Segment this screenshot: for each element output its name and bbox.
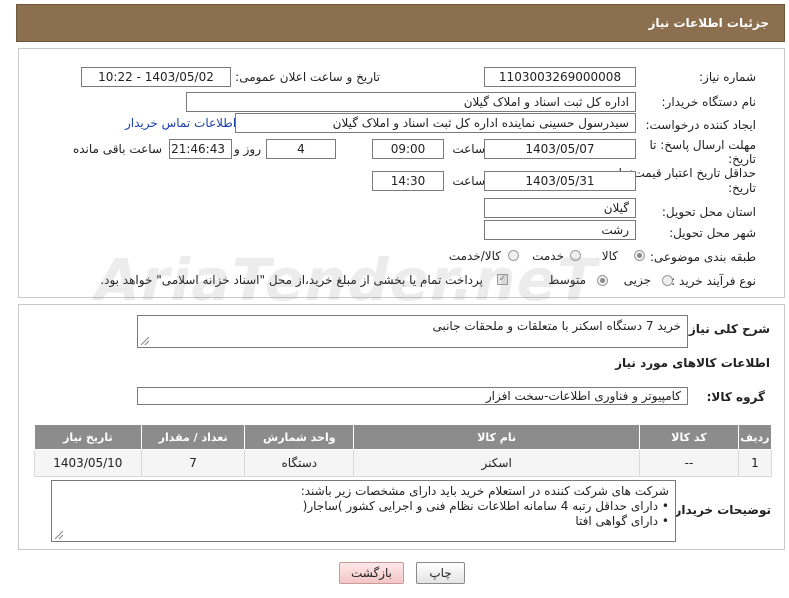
buyer-notes-line: • دارای حداقل رتبه 4 سامانه اطلاعات نظام… (302, 499, 669, 513)
announce-date-label: تاریخ و ساعت اعلان عمومی: (235, 70, 380, 84)
days-label: روز و (234, 142, 261, 156)
process-option-minor: جزیی (623, 273, 651, 287)
summary-text: خرید 7 دستگاه اسکنر با متعلقات و ملحقات … (432, 319, 681, 333)
summary-label: شرح کلی نیاز: (684, 322, 770, 336)
col-need-date: تاریخ نیاز (34, 424, 142, 450)
city-label: شهر محل تحویل: (669, 226, 756, 240)
deadline-time-label: ساعت (452, 142, 485, 156)
province-field: گیلان (484, 198, 636, 218)
goods-table-header: ردیف کد کالا نام کالا واحد شمارش تعداد /… (34, 424, 773, 450)
creator-field: سیدرسول حسینی نماینده اداره کل ثبت اسناد… (235, 113, 636, 133)
cell-need-date: 1403/05/10 (34, 449, 142, 477)
page-header: جزئیات اطلاعات نیاز (16, 4, 785, 42)
buyer-notes-label: توضیحات خریدار: (669, 503, 771, 517)
cell-unit: دستگاه (244, 449, 355, 477)
cell-goods-code: -- (639, 449, 739, 477)
goods-group-label: گروه کالا: (706, 390, 765, 404)
col-row-number: ردیف (737, 424, 773, 450)
col-quantity: تعداد / مقدار (140, 424, 246, 450)
need-number-label: شماره نیاز: (699, 70, 756, 84)
days-remaining-field: 4 (266, 139, 336, 159)
deadline-date-label: تاریخ: (728, 152, 756, 166)
page-title: جزئیات اطلاعات نیاز (648, 16, 769, 30)
deadline-date-field: 1403/05/07 (484, 139, 636, 159)
need-number-field: 1103003269000008 (484, 67, 636, 87)
buyer-notes-textarea[interactable]: شرکت های شرکت کننده در استعلام خرید باید… (51, 480, 676, 542)
process-type-label: نوع فرآیند خرید : (671, 274, 756, 288)
goods-group-field: کامپیوتر و فناوری اطلاعات-سخت افزار (137, 387, 688, 405)
buyer-contact-link[interactable]: اطلاعات تماس خریدار (125, 116, 236, 130)
process-option-medium: متوسط (548, 273, 586, 287)
buyer-notes-line: شرکت های شرکت کننده در استعلام خرید باید… (300, 484, 669, 498)
process-radio-medium[interactable] (597, 275, 608, 286)
back-button[interactable]: بازگشت (339, 562, 404, 584)
buyer-org-label: نام دستگاه خریدار: (661, 95, 757, 109)
cell-row-number: 1 (737, 449, 773, 477)
remaining-time-label: ساعت باقی مانده (72, 142, 162, 156)
category-option-goods-service: کالا/خدمت (448, 249, 501, 263)
process-radio-minor[interactable] (662, 275, 673, 286)
category-radio-goods[interactable] (634, 250, 645, 261)
city-field: رشت (484, 220, 636, 240)
col-goods-code: کد کالا (639, 424, 739, 450)
col-unit: واحد شمارش (244, 424, 355, 450)
buyer-org-field: اداره کل ثبت اسناد و املاک گیلان (186, 92, 636, 112)
category-option-service: خدمت (532, 249, 564, 263)
summary-textarea[interactable]: خرید 7 دستگاه اسکنر با متعلقات و ملحقات … (137, 315, 688, 348)
price-validity-time-field: 14:30 (372, 171, 444, 191)
buyer-notes-line: • دارای گواهی افتا (575, 514, 669, 528)
category-label: طبقه بندی موضوعی: (649, 250, 756, 264)
treasury-payment-checkbox[interactable]: ✓ (497, 274, 508, 285)
price-validity-label: حداقل تاریخ اعتبار قیمت: تا (618, 166, 756, 180)
category-radio-goods-service[interactable] (508, 250, 519, 261)
announce-date-field: 1403/05/02 - 10:22 (81, 67, 231, 87)
province-label: استان محل تحویل: (661, 205, 756, 219)
remaining-time-field: 21:46:43 (169, 139, 232, 159)
table-row: 1 -- اسکنر دستگاه 7 1403/05/10 (34, 449, 773, 477)
price-validity-date-field: 1403/05/31 (484, 171, 636, 191)
price-validity-time-label: ساعت (452, 174, 485, 188)
price-validity-date-label: تاریخ: (728, 181, 756, 195)
treasury-payment-note: پرداخت تمام یا بخشی از مبلغ خرید،از محل … (100, 273, 483, 287)
deadline-label: مهلت ارسال پاسخ: تا (649, 138, 756, 152)
resize-grip-icon[interactable] (55, 531, 63, 539)
goods-section-title: اطلاعات کالاهای مورد نیاز (615, 356, 770, 370)
cell-goods-name: اسکنر (353, 449, 641, 477)
category-option-goods: کالا (601, 249, 618, 263)
resize-grip-icon[interactable] (141, 337, 149, 345)
print-button[interactable]: چاپ (416, 562, 465, 584)
cell-quantity: 7 (140, 449, 246, 477)
goods-table: ردیف کد کالا نام کالا واحد شمارش تعداد /… (34, 424, 773, 477)
creator-label: ایجاد کننده درخواست: (645, 118, 756, 132)
category-radio-service[interactable] (570, 250, 581, 261)
deadline-time-field: 09:00 (372, 139, 444, 159)
col-goods-name: نام کالا (353, 424, 641, 450)
